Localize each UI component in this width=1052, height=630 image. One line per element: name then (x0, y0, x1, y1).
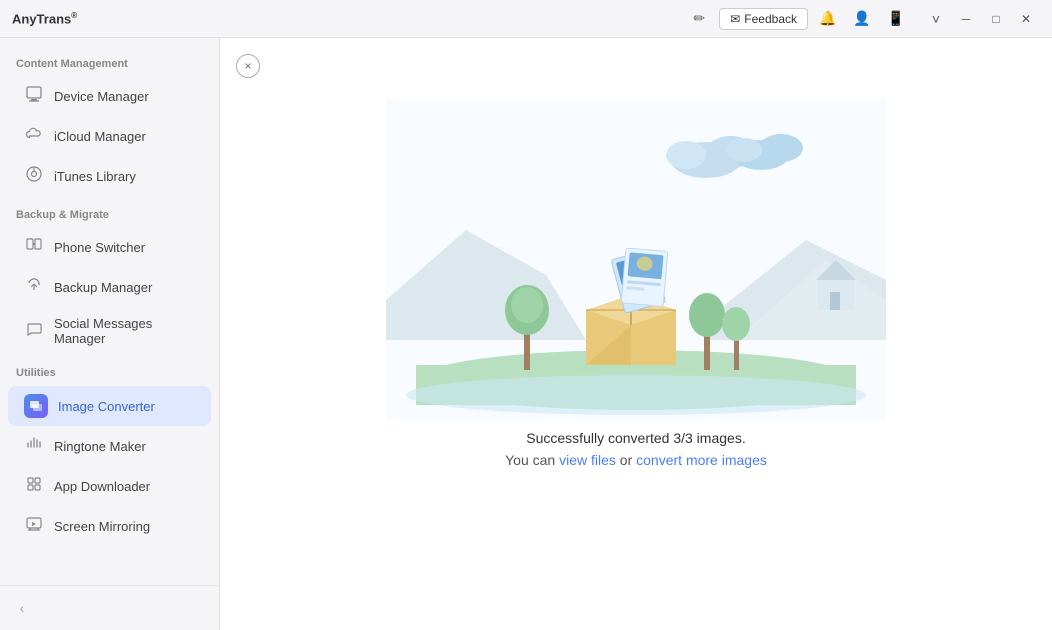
sidebar-item-label: iCloud Manager (54, 129, 146, 144)
main-layout: Content Management Device Manager iCloud… (0, 38, 1052, 630)
phone-icon-button[interactable]: 📱 (882, 5, 910, 33)
sidebar-item-label: Ringtone Maker (54, 439, 146, 454)
close-button[interactable]: ✕ (1012, 5, 1040, 33)
sidebar-item-device-manager[interactable]: Device Manager (8, 77, 211, 116)
sidebar-item-screen-mirroring[interactable]: Screen Mirroring (8, 507, 211, 546)
illustration-container: Successfully converted 3/3 images. You c… (220, 38, 1052, 630)
social-messages-icon (24, 320, 44, 343)
sidebar-item-label: Phone Switcher (54, 240, 145, 255)
phone-switcher-icon (24, 236, 44, 259)
sidebar-item-social-messages[interactable]: Social Messages Manager (8, 308, 211, 354)
sidebar-content: Content Management Device Manager iCloud… (0, 38, 219, 585)
close-x-icon: × (244, 59, 251, 73)
view-files-link[interactable]: view files (559, 452, 616, 468)
ringtone-maker-icon (24, 435, 44, 458)
icloud-manager-icon (24, 125, 44, 148)
action-text: You can view files or convert more image… (505, 452, 767, 468)
feedback-envelope-icon: ✉ (730, 12, 740, 26)
sidebar-item-label: Image Converter (58, 399, 155, 414)
sidebar-item-label: Backup Manager (54, 280, 152, 295)
user-icon-button[interactable]: 👤 (848, 5, 876, 33)
title-bar: AnyTrans® ✏ ✉ Feedback 🔔 👤 📱 ˅ ─ □ ✕ (0, 0, 1052, 38)
section-content-management: Content Management (0, 46, 219, 76)
sidebar-item-label: Social Messages Manager (54, 316, 195, 346)
app-downloader-icon (24, 475, 44, 498)
sidebar-item-phone-switcher[interactable]: Phone Switcher (8, 228, 211, 267)
sidebar-item-icloud-manager[interactable]: iCloud Manager (8, 117, 211, 156)
sidebar-item-image-converter[interactable]: Image Converter (8, 386, 211, 426)
sidebar-collapse-button[interactable]: ‹ (8, 594, 36, 622)
convert-more-link[interactable]: convert more images (636, 452, 767, 468)
sidebar-item-label: Screen Mirroring (54, 519, 150, 534)
content-close-button[interactable]: × (236, 54, 260, 78)
device-manager-icon (24, 85, 44, 108)
image-converter-icon (24, 394, 48, 418)
edit-icon-button[interactable]: ✏ (685, 5, 713, 33)
section-utilities: Utilities (0, 355, 219, 385)
sidebar-item-ringtone-maker[interactable]: Ringtone Maker (8, 427, 211, 466)
window-controls: ˅ ─ □ ✕ (922, 5, 1040, 33)
chevron-down-button[interactable]: ˅ (922, 5, 950, 33)
action-prefix: You can (505, 452, 555, 468)
section-backup-migrate: Backup & Migrate (0, 197, 219, 227)
itunes-library-icon (24, 165, 44, 188)
feedback-label: Feedback (744, 12, 797, 26)
backup-manager-icon (24, 276, 44, 299)
sidebar-item-label: App Downloader (54, 479, 150, 494)
app-title: AnyTrans® (12, 11, 77, 26)
success-message: Successfully converted 3/3 images. (505, 430, 767, 446)
sidebar-item-label: iTunes Library (54, 169, 136, 184)
bell-icon-button[interactable]: 🔔 (814, 5, 842, 33)
success-section: Successfully converted 3/3 images. You c… (505, 430, 767, 528)
sidebar-item-backup-manager[interactable]: Backup Manager (8, 268, 211, 307)
title-bar-right: ✏ ✉ Feedback 🔔 👤 📱 ˅ ─ □ ✕ (685, 5, 1040, 33)
sidebar-bottom: ‹ (0, 585, 219, 630)
title-bar-left: AnyTrans® (12, 11, 77, 26)
sidebar-item-label: Device Manager (54, 89, 149, 104)
success-illustration (386, 100, 886, 420)
feedback-button[interactable]: ✉ Feedback (719, 8, 808, 30)
sidebar-item-itunes-library[interactable]: iTunes Library (8, 157, 211, 196)
screen-mirroring-icon (24, 515, 44, 538)
maximize-button[interactable]: □ (982, 5, 1010, 33)
content-area: × (220, 38, 1052, 630)
sidebar: Content Management Device Manager iCloud… (0, 38, 220, 630)
minimize-button[interactable]: ─ (952, 5, 980, 33)
sidebar-item-app-downloader[interactable]: App Downloader (8, 467, 211, 506)
